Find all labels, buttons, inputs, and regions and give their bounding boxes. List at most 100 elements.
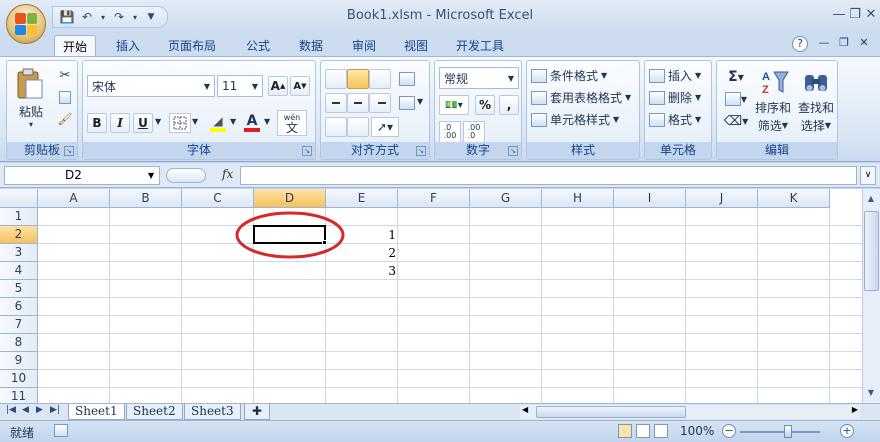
tab-data[interactable]: 数据 xyxy=(291,35,331,56)
horizontal-scrollbar[interactable]: ◀ ▶ xyxy=(520,405,860,419)
formula-input[interactable] xyxy=(240,166,857,185)
number-dialog-launcher-icon[interactable]: ↘ xyxy=(508,146,518,156)
macro-record-icon[interactable] xyxy=(54,424,68,437)
sheet-tab-1[interactable]: Sheet1 xyxy=(68,404,125,420)
scroll-left-icon[interactable]: ◀ xyxy=(522,405,528,414)
font-color-button[interactable]: A xyxy=(241,111,263,135)
sheet-tab-2[interactable]: Sheet2 xyxy=(126,404,183,420)
clear-button[interactable]: ⌫ ▼ xyxy=(721,111,751,131)
horizontal-scroll-thumb[interactable] xyxy=(536,406,686,418)
merge-dropdown-icon[interactable]: ▼ xyxy=(417,97,423,106)
paste-dropdown-icon[interactable]: ▾ xyxy=(23,119,39,129)
find-select-button[interactable]: 选择 ▼ xyxy=(795,117,837,133)
fill-button[interactable]: ▼ xyxy=(721,89,751,109)
tab-review[interactable]: 审阅 xyxy=(344,35,384,56)
align-middle-button[interactable] xyxy=(347,69,369,89)
insert-function-icon[interactable]: fx xyxy=(222,167,233,181)
increase-indent-button[interactable] xyxy=(347,117,369,137)
expand-formula-bar-icon[interactable]: ∨ xyxy=(860,166,876,185)
copy-icon[interactable] xyxy=(57,89,73,105)
align-center-button[interactable] xyxy=(347,93,369,113)
shrink-font-button[interactable]: A ▼ xyxy=(290,76,310,96)
tab-developer[interactable]: 开发工具 xyxy=(448,35,512,56)
tab-page-layout[interactable]: 页面布局 xyxy=(160,35,224,56)
format-painter-icon[interactable]: 🖌 xyxy=(57,111,73,127)
borders-dropdown-icon[interactable]: ▼ xyxy=(192,117,198,126)
scroll-down-icon[interactable]: ▼ xyxy=(863,385,879,401)
name-box-dropdown-icon[interactable]: ▼ xyxy=(148,171,154,180)
font-color-dropdown-icon[interactable]: ▼ xyxy=(264,117,270,126)
clipboard-dialog-launcher-icon[interactable]: ↘ xyxy=(64,146,74,156)
zoom-out-icon[interactable]: − xyxy=(722,424,736,438)
page-layout-view-icon[interactable] xyxy=(636,424,650,438)
scroll-up-icon[interactable]: ▲ xyxy=(863,191,879,207)
alignment-dialog-launcher-icon[interactable]: ↘ xyxy=(416,146,426,156)
increase-decimal-button[interactable]: .0 .00 xyxy=(439,121,461,143)
zoom-in-icon[interactable]: + xyxy=(840,424,854,438)
page-break-view-icon[interactable] xyxy=(654,424,668,438)
conditional-format-button[interactable]: 条件格式 ▼ xyxy=(531,67,607,84)
find-select-label-1[interactable]: 查找和 xyxy=(795,99,837,115)
close-icon[interactable]: ✕ xyxy=(862,7,880,22)
cell-styles-button[interactable]: 单元格样式 ▼ xyxy=(531,111,619,128)
ribbon-minimize-icon[interactable]: — xyxy=(816,36,832,52)
underline-button[interactable]: U xyxy=(133,113,153,133)
align-top-button[interactable] xyxy=(325,69,347,89)
fill-color-dropdown-icon[interactable]: ▼ xyxy=(230,117,236,126)
prev-sheet-icon[interactable]: ◀ xyxy=(22,405,29,415)
binoculars-icon[interactable] xyxy=(797,67,835,97)
tab-formulas[interactable]: 公式 xyxy=(238,35,278,56)
sort-filter-label-1[interactable]: 排序和 xyxy=(753,99,793,115)
paste-icon[interactable] xyxy=(13,67,47,101)
ribbon-close-icon[interactable]: ✕ xyxy=(856,36,872,52)
name-box[interactable]: D2 xyxy=(4,166,160,185)
align-left-button[interactable] xyxy=(325,93,347,113)
sort-filter-button[interactable]: 筛选 ▼ xyxy=(753,117,793,133)
normal-view-icon[interactable] xyxy=(618,424,632,438)
cut-icon[interactable]: ✂ xyxy=(57,67,73,83)
grow-font-button[interactable]: A ▲ xyxy=(268,76,288,96)
next-sheet-icon[interactable]: ▶ xyxy=(36,405,43,415)
formula-bar-splitter[interactable] xyxy=(166,168,206,183)
insert-sheet-icon[interactable]: ✚ xyxy=(244,404,270,420)
underline-dropdown-icon[interactable]: ▼ xyxy=(155,117,161,126)
vertical-scroll-thumb[interactable] xyxy=(864,211,879,291)
font-name-select[interactable]: 宋体 ▼ xyxy=(87,75,215,97)
vertical-scrollbar[interactable]: ▲ ▼ xyxy=(862,189,880,403)
ribbon-restore-icon[interactable]: ❐ xyxy=(836,36,852,52)
scroll-right-icon[interactable]: ▶ xyxy=(852,405,858,414)
align-bottom-button[interactable] xyxy=(369,69,391,89)
help-icon[interactable]: ? xyxy=(792,36,808,52)
zoom-slider-thumb[interactable] xyxy=(784,425,792,438)
first-sheet-icon[interactable]: |◀ xyxy=(6,405,16,415)
tab-home[interactable]: 开始 xyxy=(54,35,97,56)
merge-center-icon[interactable] xyxy=(397,93,417,113)
font-dialog-launcher-icon[interactable]: ↘ xyxy=(302,146,312,156)
percent-button[interactable]: % xyxy=(475,95,495,115)
insert-cells-button[interactable]: 插入 ▼ xyxy=(649,67,701,84)
wrap-text-icon[interactable] xyxy=(397,69,417,89)
orientation-icon[interactable]: ➚▾ xyxy=(371,117,399,137)
zoom-slider[interactable] xyxy=(740,431,820,433)
format-as-table-button[interactable]: 套用表格格式 ▼ xyxy=(531,89,631,106)
font-size-select[interactable]: 11 ▼ xyxy=(217,75,263,97)
last-sheet-icon[interactable]: ▶| xyxy=(50,405,60,415)
fill-color-button[interactable]: ◢ xyxy=(207,113,229,133)
decrease-decimal-button[interactable]: .00 .0 xyxy=(463,121,485,143)
office-button[interactable] xyxy=(6,4,46,44)
borders-button[interactable] xyxy=(169,113,191,133)
phonetic-button[interactable]: wén 文 xyxy=(277,110,307,136)
zoom-level[interactable]: 100% xyxy=(680,424,714,438)
delete-cells-button[interactable]: 删除 ▼ xyxy=(649,89,701,106)
tab-view[interactable]: 视图 xyxy=(396,35,436,56)
align-right-button[interactable] xyxy=(369,93,391,113)
comma-button[interactable]: , xyxy=(499,95,519,115)
bold-button[interactable]: B xyxy=(87,113,107,133)
paste-button[interactable]: 粘贴 xyxy=(15,103,47,119)
number-format-select[interactable]: 常规 ▼ xyxy=(439,67,519,89)
autosum-button[interactable]: Σ ▼ xyxy=(721,67,751,87)
tab-insert[interactable]: 插入 xyxy=(108,35,148,56)
italic-button[interactable]: I xyxy=(110,113,130,133)
sort-filter-icon[interactable]: AZ xyxy=(755,67,795,97)
decrease-indent-button[interactable] xyxy=(325,117,347,137)
